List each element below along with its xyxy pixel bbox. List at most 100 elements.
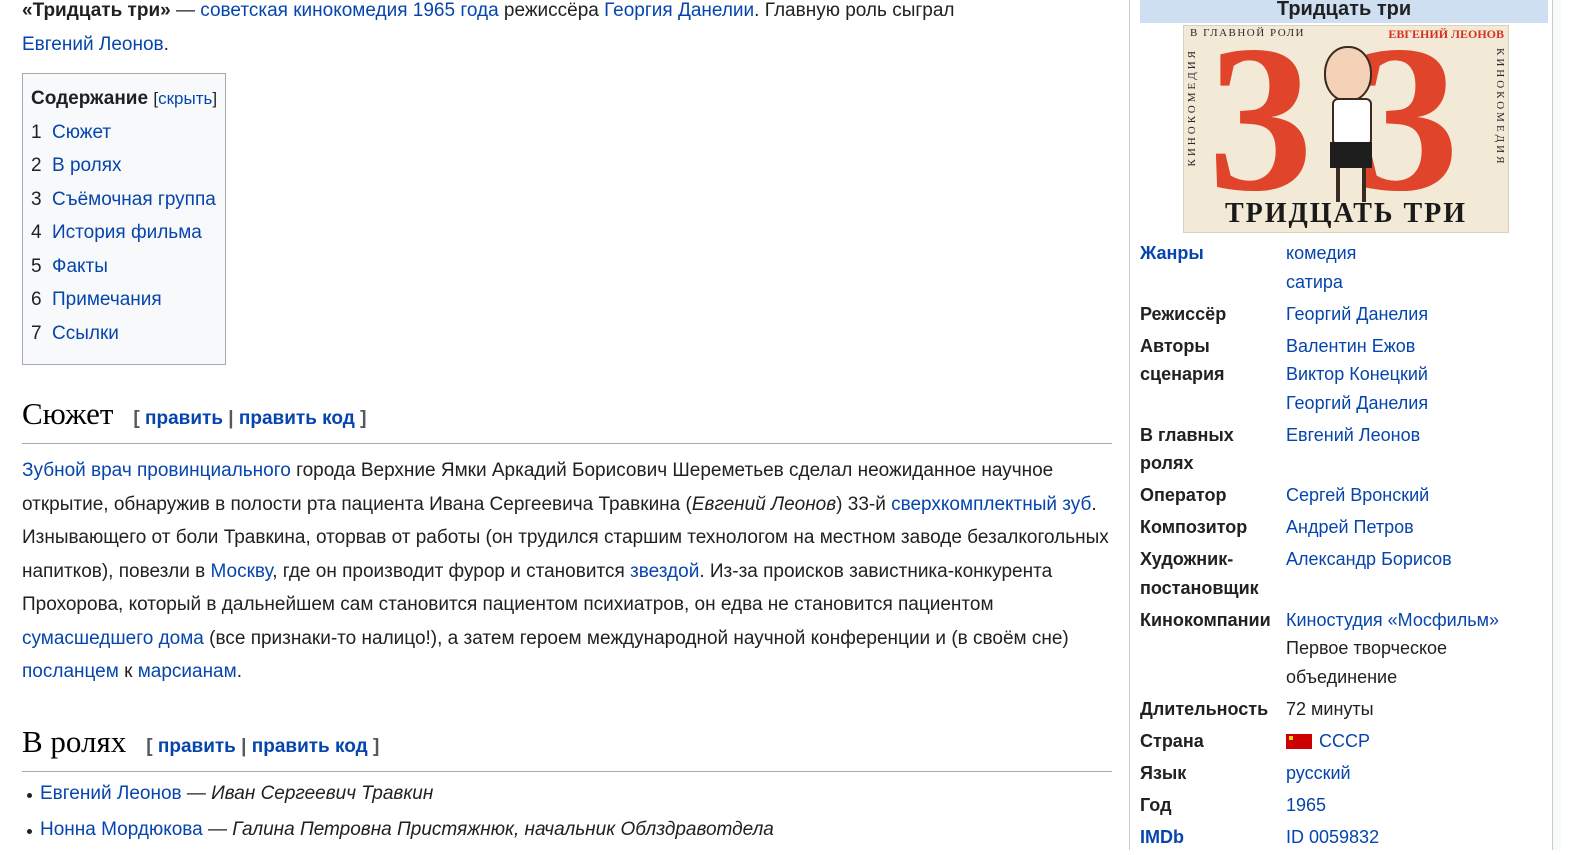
infobox-label: Год bbox=[1140, 794, 1172, 815]
link-dentist[interactable]: Зубной врач провинциального bbox=[22, 460, 291, 481]
lead-text: . Главную роль сыграл bbox=[754, 0, 955, 21]
link-lead-actor[interactable]: Евгений Леонов bbox=[22, 34, 164, 55]
infobox-value: 72 минуты bbox=[1286, 698, 1374, 719]
imdb-id-link[interactable]: ID 0059832 bbox=[1286, 827, 1379, 847]
link-star[interactable]: звездой bbox=[630, 561, 699, 582]
cast-actor-link[interactable]: Нонна Мордюкова bbox=[40, 819, 203, 840]
edit-link[interactable]: править bbox=[158, 736, 236, 757]
genres-label-link[interactable]: Жанры bbox=[1140, 243, 1204, 263]
toc-item-crew[interactable]: 3 Съёмочная группа bbox=[31, 183, 217, 217]
infobox-label: Авторы сценария bbox=[1140, 332, 1286, 421]
edit-bracket: [ bbox=[146, 735, 158, 757]
toc-item-history[interactable]: 4 История фильма bbox=[31, 216, 217, 250]
infobox-label: В главных ролях bbox=[1140, 421, 1286, 482]
cast-dash: — bbox=[202, 818, 233, 840]
toc-number: 2 bbox=[31, 155, 42, 176]
lead-text: — bbox=[170, 0, 201, 21]
poster-digit: 3 bbox=[1208, 25, 1313, 233]
toc-link[interactable]: Сюжет bbox=[52, 122, 111, 143]
infobox-title: Тридцать три bbox=[1140, 0, 1548, 23]
toc-item-cast[interactable]: 2 В ролях bbox=[31, 149, 217, 183]
toc-number: 3 bbox=[31, 188, 42, 210]
label-line: Авторы bbox=[1140, 335, 1210, 356]
link-director[interactable]: Георгия Данелии bbox=[604, 0, 754, 21]
toc-link[interactable]: Съёмочная группа bbox=[52, 189, 216, 210]
edit-bracket: ] bbox=[367, 735, 380, 757]
infobox-table: Жанры комедия сатира Режиссёр Георгий Да… bbox=[1140, 239, 1548, 855]
director-link[interactable]: Георгий Данелия bbox=[1286, 300, 1548, 329]
country-link[interactable]: СССР bbox=[1319, 731, 1370, 751]
section-title: Сюжет bbox=[22, 396, 114, 431]
cast-dash: — bbox=[181, 782, 212, 804]
edit-link[interactable]: править bbox=[145, 408, 223, 429]
film-poster[interactable]: В ГЛАВНОЙ РОЛИ ЕВГЕНИЙ ЛЕОНОВ КИНОКОМЕДИ… bbox=[1183, 25, 1509, 233]
infobox-row-language: Язык русский bbox=[1140, 759, 1548, 791]
writer-link[interactable]: Георгий Данелия bbox=[1286, 389, 1548, 418]
plot-text: , где он производит фурор и становится bbox=[272, 560, 631, 582]
section-heading-plot: Сюжет [ править | править код ] bbox=[22, 397, 1112, 444]
infobox-row-writers: Авторы сценария Валентин Ежов Виктор Коне… bbox=[1140, 332, 1548, 421]
article-content: «Тридцать три» — советская кинокомедия 1… bbox=[22, 0, 1112, 848]
infobox-value: русский bbox=[1286, 759, 1548, 791]
edit-code-link[interactable]: править код bbox=[252, 736, 368, 757]
imdb-label-link[interactable]: IMDb bbox=[1140, 827, 1184, 847]
language-link[interactable]: русский bbox=[1286, 763, 1351, 783]
infobox-row-genres: Жанры комедия сатира bbox=[1140, 239, 1548, 300]
toc-item-plot[interactable]: 1 Сюжет bbox=[31, 116, 217, 150]
lead-paragraph: «Тридцать три» — советская кинокомедия 1… bbox=[22, 0, 1112, 61]
infobox: Тридцать три В ГЛАВНОЙ РОЛИ ЕВГЕНИЙ ЛЕОН… bbox=[1140, 0, 1548, 855]
toc-number: 6 bbox=[31, 289, 42, 310]
plot-text: (все признаки-то налицо!), а затем герое… bbox=[203, 627, 1069, 649]
infobox-row-year: Год 1965 bbox=[1140, 791, 1548, 823]
link-genre[interactable]: советская кинокомедия 1965 года bbox=[200, 0, 498, 21]
edit-section-links: [ править | править код ] bbox=[146, 730, 379, 764]
cast-actor-link[interactable]: Евгений Леонов bbox=[40, 783, 182, 804]
toc-item-facts[interactable]: 5 Факты bbox=[31, 250, 217, 284]
label-line: В главных bbox=[1140, 424, 1234, 445]
link-supernumerary-tooth[interactable]: сверхкомплектный зуб bbox=[891, 494, 1091, 515]
infobox-label: Страна bbox=[1140, 730, 1204, 751]
toc-link[interactable]: Факты bbox=[52, 256, 108, 277]
writer-link[interactable]: Валентин Ежов bbox=[1286, 332, 1548, 361]
toc-link[interactable]: В ролях bbox=[52, 155, 122, 176]
toc-link[interactable]: Ссылки bbox=[52, 323, 119, 344]
toc-link[interactable]: История фильма bbox=[52, 222, 202, 243]
section-heading-cast: В ролях [ править | править код ] bbox=[22, 724, 1112, 772]
link-madhouse[interactable]: сумасшедшего дома bbox=[22, 628, 204, 649]
infobox-label: Режиссёр bbox=[1140, 303, 1227, 324]
cast-list: Евгений Леонов — Иван Сергеевич Травкин … bbox=[22, 776, 1112, 848]
edit-code-link[interactable]: править код bbox=[239, 408, 355, 429]
designer-link[interactable]: Александр Борисов bbox=[1286, 545, 1548, 574]
poster-title: ТРИДЦАТЬ ТРИ bbox=[1224, 198, 1468, 229]
genre-link[interactable]: комедия bbox=[1286, 239, 1548, 268]
cast-role: Иван Сергеевич Травкин bbox=[211, 782, 434, 804]
genre-link[interactable]: сатира bbox=[1286, 268, 1548, 297]
poster-figure-legs bbox=[1336, 168, 1366, 202]
toc-item-notes[interactable]: 6 Примечания bbox=[31, 283, 217, 317]
list-item: Евгений Леонов — Иван Сергеевич Травкин bbox=[27, 776, 1112, 812]
infobox-label: Кинокомпании bbox=[1140, 609, 1271, 630]
year-link[interactable]: 1965 bbox=[1286, 795, 1326, 815]
infobox-value: Валентин Ежов Виктор Конецкий Георгий Да… bbox=[1286, 332, 1548, 421]
link-envoy[interactable]: посланцем bbox=[22, 661, 119, 682]
link-martians[interactable]: марсианам bbox=[138, 661, 237, 682]
ussr-flag-icon bbox=[1286, 733, 1312, 749]
lead-text: . bbox=[163, 33, 169, 55]
toc-number: 1 bbox=[31, 121, 42, 143]
infobox-label: Длительность bbox=[1140, 698, 1269, 719]
link-moscow[interactable]: Москву bbox=[210, 561, 272, 582]
toc-item-links[interactable]: 7 Ссылки bbox=[31, 317, 217, 351]
studio-text: объединение bbox=[1286, 666, 1398, 687]
writer-link[interactable]: Виктор Конецкий bbox=[1286, 360, 1548, 389]
toc-link[interactable]: Примечания bbox=[52, 289, 162, 310]
toc-hide-link[interactable]: скрыть bbox=[158, 89, 212, 108]
poster-figure-shorts bbox=[1330, 142, 1372, 168]
poster-figure-head bbox=[1324, 46, 1372, 102]
plot-actor-italic: Евгений Леонов bbox=[691, 493, 837, 515]
composer-link[interactable]: Андрей Петров bbox=[1286, 513, 1548, 542]
operator-link[interactable]: Сергей Вронский bbox=[1286, 481, 1548, 510]
list-item: Нонна Мордюкова — Галина Петровна Пристя… bbox=[27, 812, 1112, 848]
plot-text: ) 33-й bbox=[836, 493, 892, 515]
studio-link[interactable]: Киностудия «Мосфильм» bbox=[1286, 606, 1548, 635]
starring-link[interactable]: Евгений Леонов bbox=[1286, 421, 1548, 450]
